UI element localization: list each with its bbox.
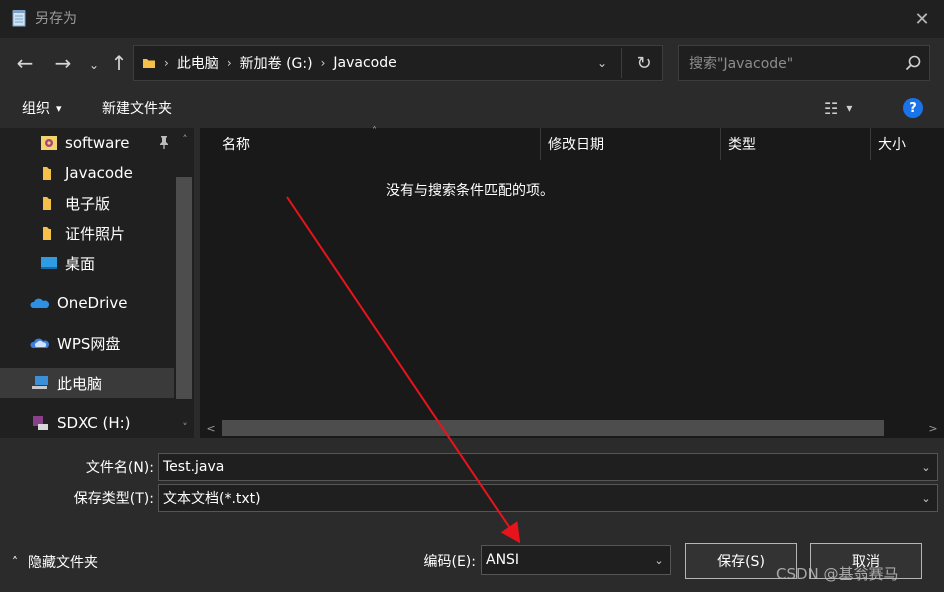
scroll-left-icon[interactable]: < xyxy=(204,420,218,436)
chevron-down-icon: ⌄ xyxy=(88,58,100,72)
column-header-size[interactable]: 大小 xyxy=(878,128,906,160)
column-separator[interactable] xyxy=(540,128,541,160)
file-list[interactable] xyxy=(200,128,944,438)
column-separator[interactable] xyxy=(720,128,721,160)
arrow-right-icon: → xyxy=(54,51,72,75)
folder-icon xyxy=(143,59,155,68)
breadcrumb-separator: › xyxy=(164,56,169,70)
help-icon: ? xyxy=(909,100,917,116)
folder-icon xyxy=(43,197,51,210)
sidebar-item-label: 电子版 xyxy=(65,194,111,213)
sidebar-item-label: 桌面 xyxy=(65,254,96,273)
watermark: CSDN @基翁赛马 xyxy=(776,565,899,583)
close-button[interactable]: ✕ xyxy=(904,5,940,33)
change-view-button[interactable]: ☷ ▾ xyxy=(824,97,868,119)
encoding-select[interactable]: ANSI ⌄ xyxy=(481,545,671,575)
sidebar-item-electronic[interactable]: 电子版 xyxy=(0,188,194,218)
sd-card-icon xyxy=(33,416,48,430)
dropdown-arrow-icon: ▾ xyxy=(56,101,62,115)
details-view-icon: ☷ xyxy=(824,98,839,118)
arrow-up-icon: ↑ xyxy=(110,51,128,75)
column-header-type[interactable]: 类型 xyxy=(728,128,756,160)
address-bar[interactable]: › 此电脑 › 新加卷 (G:) › Javacode xyxy=(133,45,663,81)
new-folder-button[interactable]: 新建文件夹 xyxy=(102,97,172,119)
breadcrumb-separator: › xyxy=(226,56,232,70)
title-bar xyxy=(0,0,944,38)
sidebar-item-id-photos[interactable]: 证件照片 xyxy=(0,218,194,248)
refresh-icon: ↻ xyxy=(636,52,652,74)
wps-cloud-icon xyxy=(30,338,50,348)
breadcrumb-javacode[interactable]: Javacode xyxy=(333,55,396,71)
scroll-up-icon[interactable]: ˄ xyxy=(178,132,192,146)
sidebar-item-wps-cloud[interactable]: WPS网盘 xyxy=(0,328,194,358)
folder-icon xyxy=(43,227,51,240)
filetype-label: 保存类型(T): xyxy=(73,491,154,507)
desktop-icon xyxy=(41,257,57,269)
sidebar-item-label: SDXC (H:) xyxy=(57,414,131,432)
search-box[interactable] xyxy=(678,45,930,82)
filetype-select[interactable]: 文本文档(*.txt) ⌄ xyxy=(158,484,938,512)
sidebar-item-this-pc[interactable]: 此电脑 xyxy=(0,368,194,398)
address-dropdown-button[interactable]: ⌄ xyxy=(588,50,616,76)
sidebar-item-desktop[interactable]: 桌面 xyxy=(0,248,194,278)
encoding-value: ANSI xyxy=(486,552,520,568)
sort-ascending-icon: ˄ xyxy=(372,126,377,137)
sidebar-item-label: 证件照片 xyxy=(65,224,126,243)
up-button[interactable]: ↑ xyxy=(106,50,132,76)
chevron-down-icon: ⌄ xyxy=(654,553,664,567)
chevron-down-icon: ⌄ xyxy=(921,491,931,505)
arrow-left-icon: ← xyxy=(16,51,34,75)
sidebar-item-label: 此电脑 xyxy=(57,374,103,393)
filename-label: 文件名(N): xyxy=(85,460,154,476)
sidebar-item-sdxc[interactable]: SDXC (H:) xyxy=(0,408,194,438)
scroll-down-icon[interactable]: ˅ xyxy=(178,420,192,434)
sidebar-item-onedrive[interactable]: OneDrive xyxy=(0,288,194,318)
chevron-up-icon: ˄ xyxy=(12,555,18,569)
close-icon: ✕ xyxy=(914,8,930,30)
dropdown-arrow-icon: ▾ xyxy=(846,101,853,115)
sidebar-item-javacode[interactable]: Javacode xyxy=(0,158,194,188)
recent-locations-button[interactable]: ⌄ xyxy=(84,52,104,78)
sidebar-item-label: OneDrive xyxy=(57,294,128,312)
folder-icon xyxy=(43,167,51,180)
scrollbar-thumb[interactable] xyxy=(176,177,192,399)
chevron-down-icon[interactable]: ⌄ xyxy=(915,461,937,474)
column-separator[interactable] xyxy=(870,128,871,160)
refresh-button[interactable]: ↻ xyxy=(628,48,660,78)
software-icon xyxy=(41,136,57,150)
breadcrumb-drive-g[interactable]: 新加卷 (G:) xyxy=(240,53,313,73)
chevron-down-icon: ⌄ xyxy=(596,56,608,70)
sidebar-item-label: software xyxy=(65,134,130,152)
pin-icon xyxy=(158,135,170,152)
breadcrumb-separator: › xyxy=(320,56,326,70)
back-button[interactable]: ← xyxy=(10,50,40,76)
encoding-label: 编码(E): xyxy=(423,554,477,570)
hide-folders-button[interactable]: ˄ 隐藏文件夹 xyxy=(12,552,98,572)
organize-button[interactable]: 组织 ▾ xyxy=(22,97,62,119)
organize-label: 组织 xyxy=(22,101,50,117)
sidebar-item-label: WPS网盘 xyxy=(57,334,121,353)
filetype-value: 文本文档(*.txt) xyxy=(163,491,261,507)
empty-message: 没有与搜索条件匹配的项。 xyxy=(386,183,554,199)
this-pc-icon xyxy=(32,376,48,389)
scroll-right-icon[interactable]: > xyxy=(926,420,940,436)
search-input[interactable] xyxy=(679,46,911,82)
column-header-date-modified[interactable]: 修改日期 xyxy=(548,128,604,160)
scrollbar-thumb[interactable] xyxy=(222,420,884,436)
sidebar-item-label: Javacode xyxy=(65,164,133,182)
notepad-icon xyxy=(12,10,26,27)
help-button[interactable]: ? xyxy=(903,98,923,118)
column-header-name[interactable]: 名称 xyxy=(222,128,250,160)
window-title: 另存为 xyxy=(35,11,77,27)
forward-button[interactable]: → xyxy=(48,50,78,76)
filename-field[interactable]: Test.java ⌄ xyxy=(158,453,938,481)
sidebar-item-software[interactable]: software xyxy=(0,128,194,158)
divider xyxy=(621,48,622,78)
breadcrumb-this-pc[interactable]: 此电脑 xyxy=(177,53,219,73)
onedrive-icon xyxy=(30,298,50,308)
filename-value[interactable]: Test.java xyxy=(159,459,915,475)
navigation-pane: software Javacode 电子版 证件照片 桌面 OneDrive W… xyxy=(0,128,194,438)
hide-folders-label: 隐藏文件夹 xyxy=(28,555,98,571)
search-icon[interactable] xyxy=(903,53,923,73)
